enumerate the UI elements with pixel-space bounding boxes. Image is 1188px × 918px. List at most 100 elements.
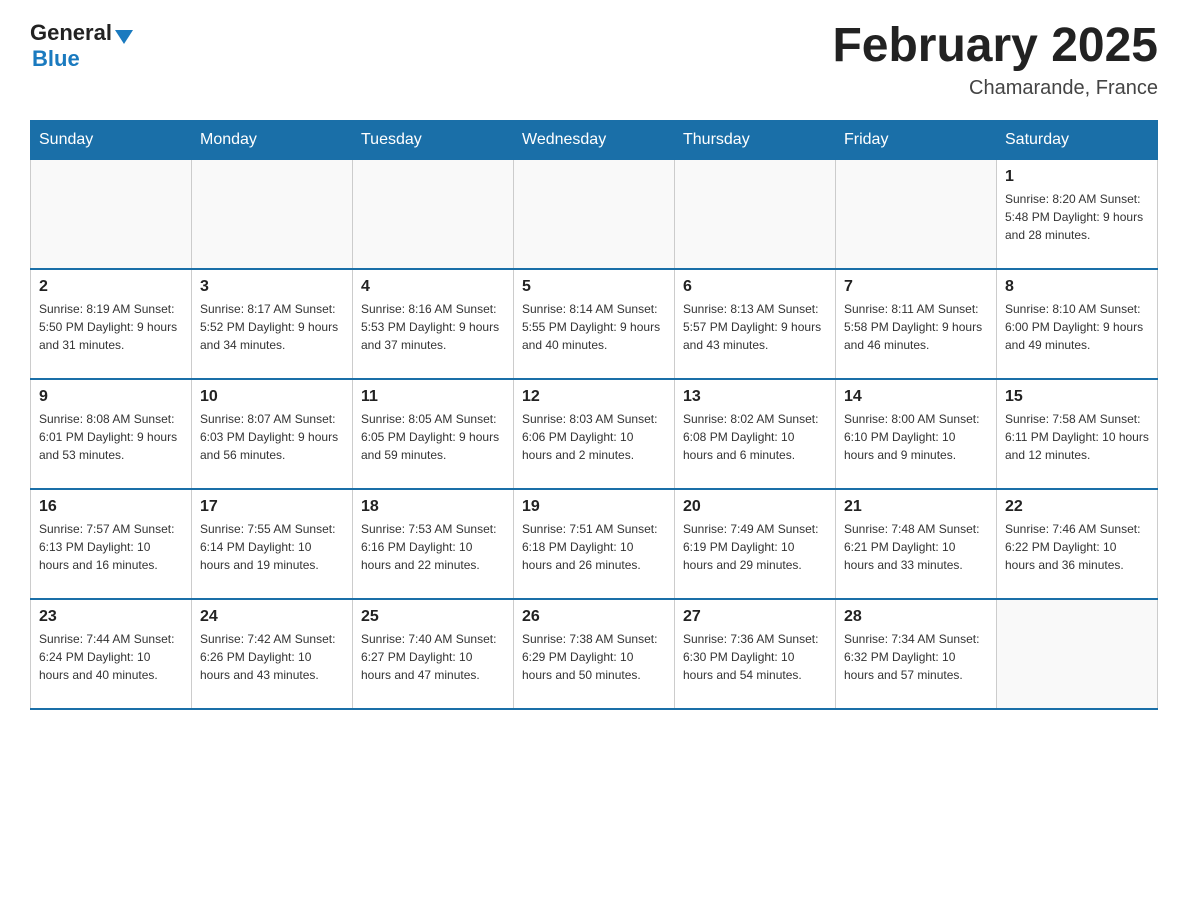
day-info: Sunrise: 7:55 AM Sunset: 6:14 PM Dayligh… xyxy=(200,520,344,574)
day-info: Sunrise: 8:03 AM Sunset: 6:06 PM Dayligh… xyxy=(522,410,666,464)
calendar-cell xyxy=(31,159,192,269)
day-info: Sunrise: 7:46 AM Sunset: 6:22 PM Dayligh… xyxy=(1005,520,1149,574)
day-number: 28 xyxy=(844,608,988,626)
calendar-cell xyxy=(514,159,675,269)
weekday-header-wednesday: Wednesday xyxy=(514,120,675,159)
calendar-cell: 9 Sunrise: 8:08 AM Sunset: 6:01 PM Daylig… xyxy=(31,379,192,489)
day-info: Sunrise: 7:48 AM Sunset: 6:21 PM Dayligh… xyxy=(844,520,988,574)
day-info: Sunrise: 8:13 AM Sunset: 5:57 PM Dayligh… xyxy=(683,300,827,354)
day-info: Sunrise: 8:11 AM Sunset: 5:58 PM Dayligh… xyxy=(844,300,988,354)
calendar-week-row: 1Sunrise: 8:20 AM Sunset: 5:48 PM Daylig… xyxy=(31,159,1158,269)
logo-general-text: General xyxy=(30,20,112,46)
day-number: 18 xyxy=(361,498,505,516)
day-number: 10 xyxy=(200,388,344,406)
day-info: Sunrise: 8:05 AM Sunset: 6:05 PM Dayligh… xyxy=(361,410,505,464)
page-header: General Blue February 2025 Chamarande, F… xyxy=(30,20,1158,100)
day-info: Sunrise: 8:08 AM Sunset: 6:01 PM Dayligh… xyxy=(39,410,183,464)
calendar-cell: 5Sunrise: 8:14 AM Sunset: 5:55 PM Daylig… xyxy=(514,269,675,379)
day-number: 25 xyxy=(361,608,505,626)
logo-blue-text: Blue xyxy=(32,46,80,71)
day-info: Sunrise: 8:07 AM Sunset: 6:03 PM Dayligh… xyxy=(200,410,344,464)
calendar-cell: 20 Sunrise: 7:49 AM Sunset: 6:19 PM Dayli… xyxy=(675,489,836,599)
day-info: Sunrise: 8:17 AM Sunset: 5:52 PM Dayligh… xyxy=(200,300,344,354)
day-number: 22 xyxy=(1005,498,1149,516)
day-info: Sunrise: 8:02 AM Sunset: 6:08 PM Dayligh… xyxy=(683,410,827,464)
calendar-cell: 6 Sunrise: 8:13 AM Sunset: 5:57 PM Daylig… xyxy=(675,269,836,379)
calendar-cell: 23 Sunrise: 7:44 AM Sunset: 6:24 PM Dayli… xyxy=(31,599,192,709)
day-info: Sunrise: 7:58 AM Sunset: 6:11 PM Dayligh… xyxy=(1005,410,1149,464)
calendar-cell: 13 Sunrise: 8:02 AM Sunset: 6:08 PM Dayli… xyxy=(675,379,836,489)
calendar-cell: 7Sunrise: 8:11 AM Sunset: 5:58 PM Daylig… xyxy=(836,269,997,379)
weekday-header-sunday: Sunday xyxy=(31,120,192,159)
calendar-cell: 18 Sunrise: 7:53 AM Sunset: 6:16 PM Dayli… xyxy=(353,489,514,599)
day-number: 3 xyxy=(200,278,344,296)
calendar-cell: 27 Sunrise: 7:36 AM Sunset: 6:30 PM Dayli… xyxy=(675,599,836,709)
calendar-cell: 26 Sunrise: 7:38 AM Sunset: 6:29 PM Dayli… xyxy=(514,599,675,709)
day-number: 5 xyxy=(522,278,666,296)
calendar-cell xyxy=(675,159,836,269)
day-number: 6 xyxy=(683,278,827,296)
day-number: 8 xyxy=(1005,278,1149,296)
month-title: February 2025 xyxy=(832,20,1158,73)
logo: General Blue xyxy=(30,20,133,72)
calendar-cell: 14Sunrise: 8:00 AM Sunset: 6:10 PM Dayli… xyxy=(836,379,997,489)
day-number: 17 xyxy=(200,498,344,516)
day-info: Sunrise: 8:19 AM Sunset: 5:50 PM Dayligh… xyxy=(39,300,183,354)
calendar-cell: 8Sunrise: 8:10 AM Sunset: 6:00 PM Daylig… xyxy=(997,269,1158,379)
day-info: Sunrise: 7:53 AM Sunset: 6:16 PM Dayligh… xyxy=(361,520,505,574)
day-info: Sunrise: 7:34 AM Sunset: 6:32 PM Dayligh… xyxy=(844,630,988,684)
calendar-cell: 22 Sunrise: 7:46 AM Sunset: 6:22 PM Dayli… xyxy=(997,489,1158,599)
calendar-cell: 25 Sunrise: 7:40 AM Sunset: 6:27 PM Dayli… xyxy=(353,599,514,709)
location-label: Chamarande, France xyxy=(832,77,1158,100)
weekday-header-saturday: Saturday xyxy=(997,120,1158,159)
day-number: 4 xyxy=(361,278,505,296)
day-info: Sunrise: 7:36 AM Sunset: 6:30 PM Dayligh… xyxy=(683,630,827,684)
calendar-cell xyxy=(192,159,353,269)
day-number: 19 xyxy=(522,498,666,516)
day-info: Sunrise: 7:38 AM Sunset: 6:29 PM Dayligh… xyxy=(522,630,666,684)
day-number: 2 xyxy=(39,278,183,296)
day-number: 1 xyxy=(1005,168,1149,186)
weekday-header-row: SundayMondayTuesdayWednesdayThursdayFrid… xyxy=(31,120,1158,159)
calendar-cell: 16Sunrise: 7:57 AM Sunset: 6:13 PM Dayli… xyxy=(31,489,192,599)
title-section: February 2025 Chamarande, France xyxy=(832,20,1158,100)
day-number: 9 xyxy=(39,388,183,406)
calendar-cell: 4Sunrise: 8:16 AM Sunset: 5:53 PM Daylig… xyxy=(353,269,514,379)
calendar-week-row: 16Sunrise: 7:57 AM Sunset: 6:13 PM Dayli… xyxy=(31,489,1158,599)
calendar-table: SundayMondayTuesdayWednesdayThursdayFrid… xyxy=(30,120,1158,711)
calendar-week-row: 2 Sunrise: 8:19 AM Sunset: 5:50 PM Daylig… xyxy=(31,269,1158,379)
day-info: Sunrise: 7:49 AM Sunset: 6:19 PM Dayligh… xyxy=(683,520,827,574)
day-info: Sunrise: 7:40 AM Sunset: 6:27 PM Dayligh… xyxy=(361,630,505,684)
day-number: 13 xyxy=(683,388,827,406)
day-number: 15 xyxy=(1005,388,1149,406)
day-number: 27 xyxy=(683,608,827,626)
calendar-cell: 24Sunrise: 7:42 AM Sunset: 6:26 PM Dayli… xyxy=(192,599,353,709)
weekday-header-tuesday: Tuesday xyxy=(353,120,514,159)
day-number: 20 xyxy=(683,498,827,516)
day-info: Sunrise: 7:51 AM Sunset: 6:18 PM Dayligh… xyxy=(522,520,666,574)
calendar-cell: 17 Sunrise: 7:55 AM Sunset: 6:14 PM Dayli… xyxy=(192,489,353,599)
day-info: Sunrise: 7:57 AM Sunset: 6:13 PM Dayligh… xyxy=(39,520,183,574)
calendar-cell xyxy=(997,599,1158,709)
calendar-cell: 15 Sunrise: 7:58 AM Sunset: 6:11 PM Dayli… xyxy=(997,379,1158,489)
calendar-cell: 21 Sunrise: 7:48 AM Sunset: 6:21 PM Dayli… xyxy=(836,489,997,599)
day-number: 21 xyxy=(844,498,988,516)
day-number: 23 xyxy=(39,608,183,626)
weekday-header-thursday: Thursday xyxy=(675,120,836,159)
weekday-header-monday: Monday xyxy=(192,120,353,159)
calendar-cell: 28 Sunrise: 7:34 AM Sunset: 6:32 PM Dayli… xyxy=(836,599,997,709)
day-number: 12 xyxy=(522,388,666,406)
calendar-cell xyxy=(353,159,514,269)
logo-arrow-icon xyxy=(115,30,133,44)
day-number: 11 xyxy=(361,388,505,406)
calendar-cell: 11 Sunrise: 8:05 AM Sunset: 6:05 PM Dayli… xyxy=(353,379,514,489)
calendar-cell: 2 Sunrise: 8:19 AM Sunset: 5:50 PM Daylig… xyxy=(31,269,192,379)
calendar-cell: 3 Sunrise: 8:17 AM Sunset: 5:52 PM Daylig… xyxy=(192,269,353,379)
calendar-cell xyxy=(836,159,997,269)
day-number: 26 xyxy=(522,608,666,626)
calendar-cell: 10 Sunrise: 8:07 AM Sunset: 6:03 PM Dayli… xyxy=(192,379,353,489)
calendar-cell: 12 Sunrise: 8:03 AM Sunset: 6:06 PM Dayli… xyxy=(514,379,675,489)
calendar-cell: 1Sunrise: 8:20 AM Sunset: 5:48 PM Daylig… xyxy=(997,159,1158,269)
day-info: Sunrise: 8:00 AM Sunset: 6:10 PM Dayligh… xyxy=(844,410,988,464)
day-info: Sunrise: 7:44 AM Sunset: 6:24 PM Dayligh… xyxy=(39,630,183,684)
